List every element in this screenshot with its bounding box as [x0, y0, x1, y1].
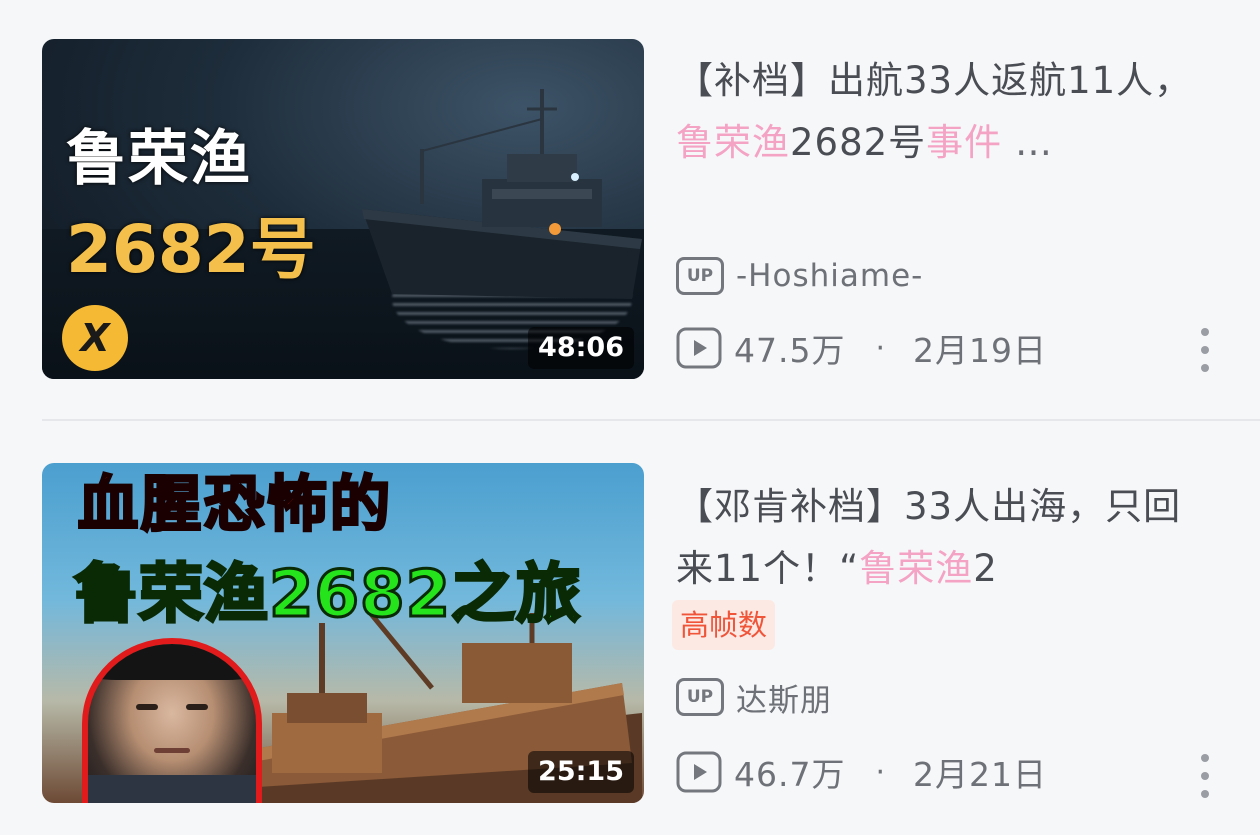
title-highlight: 事件 [926, 121, 1003, 164]
stats-row: 47.5万 · 2月19日 [676, 326, 1047, 370]
play-count-icon [676, 751, 722, 793]
uploader-row[interactable]: UP 达斯朋 [676, 675, 832, 720]
separator-dot: · [875, 754, 886, 790]
uploader-name[interactable]: 达斯朋 [736, 675, 832, 720]
title-highlight: 鲁荣渔 [676, 121, 790, 164]
video-thumbnail[interactable]: 血腥恐怖的 鲁荣渔2682之旅 25:15 [42, 463, 644, 803]
thumbnail-title: 血腥恐怖的 [77, 470, 393, 540]
stats-row: 46.7万 · 2月21日 [676, 750, 1047, 794]
video-card[interactable]: 血腥恐怖的 鲁荣渔2682之旅 25:15 【邓肯补档】33人出海，只回来11个… [0, 422, 1260, 835]
video-card[interactable]: 鲁荣渔 2682号 X 48:06 【补档】出航33人返航11人，鲁荣渔2682… [0, 0, 1260, 420]
publish-date: 2月21日 [913, 755, 1048, 794]
thumbnail-title: 鲁荣渔 [66, 124, 252, 194]
portrait-image [82, 638, 262, 803]
thumbnail-subtitle: 鲁荣渔2682之旅 [72, 558, 582, 632]
channel-logo: X [62, 305, 128, 371]
title-text: 2 [973, 547, 998, 590]
video-title[interactable]: 【邓肯补档】33人出海，只回来11个！“鲁荣渔2 [676, 476, 1216, 600]
ship-illustration [362, 89, 642, 299]
up-badge-icon: UP [676, 678, 724, 716]
title-ellipsis: … [1014, 121, 1053, 164]
up-badge-icon: UP [676, 257, 724, 295]
duration-badge: 48:06 [528, 327, 634, 369]
more-options-icon[interactable] [1196, 328, 1214, 372]
title-text: 2682号 [790, 121, 927, 164]
divider [42, 419, 1260, 421]
uploader-row[interactable]: UP -Hoshiame- [676, 256, 923, 296]
title-text: 【补档】出航33人返航11人， [676, 59, 1193, 102]
video-thumbnail[interactable]: 鲁荣渔 2682号 X 48:06 [42, 39, 644, 379]
video-title[interactable]: 【补档】出航33人返航11人， 鲁荣渔2682号事件 … [676, 50, 1216, 174]
view-count: 46.7万 [734, 755, 846, 794]
publish-date: 2月19日 [913, 331, 1048, 370]
thumbnail-subtitle: 2682号 [66, 211, 316, 288]
title-highlight: 鲁荣渔 [859, 547, 974, 590]
play-count-icon [676, 327, 722, 369]
view-count: 47.5万 [734, 331, 846, 370]
more-options-icon[interactable] [1196, 754, 1214, 798]
high-framerate-tag: 高帧数 [672, 600, 776, 650]
duration-badge: 25:15 [528, 751, 634, 793]
uploader-name[interactable]: -Hoshiame- [736, 258, 923, 294]
separator-dot: · [875, 330, 886, 366]
